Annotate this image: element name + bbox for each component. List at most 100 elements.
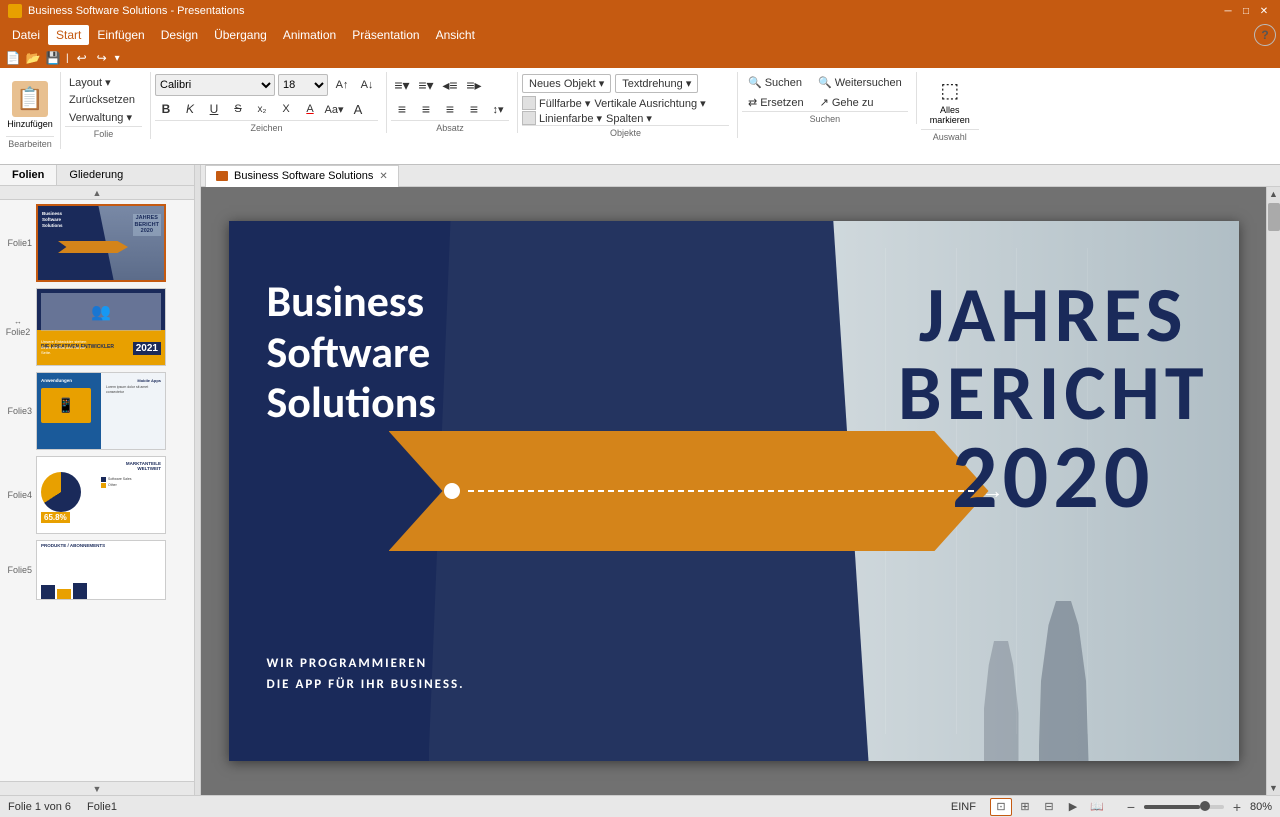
close-button[interactable]: ✕ [1256,3,1272,19]
vertikale-ausrichtung-button[interactable]: Vertikale Ausrichtung ▾ [594,97,705,110]
slide-scroll-down[interactable]: ▼ [0,781,194,795]
zoom-in-button[interactable]: + [1228,798,1246,816]
menu-animation[interactable]: Animation [275,25,344,45]
zoom-handle[interactable] [1200,801,1210,811]
slide-3-thumb[interactable]: Anwendungen 📱 Mobile Apps Lorem ipsum do… [36,372,166,450]
linienfarbe-button[interactable]: Linienfarbe ▾ [539,112,602,125]
slide-4-number: Folie4 [4,490,32,500]
tab-gliederung[interactable]: Gliederung [57,165,135,185]
notes-view-btn[interactable]: ⊟ [1038,798,1060,816]
align-right-button[interactable]: ≡ [439,98,461,120]
minimize-button[interactable]: ─ [1220,3,1236,19]
slide-canvas-area: Business Software Solutions → WIR PROGRA… [201,187,1266,795]
list-number-button[interactable]: ≡▾ [415,74,437,96]
slide2-photo: 👥 [41,293,161,331]
line-spacing-button[interactable]: ↕▾ [487,98,509,120]
layout-button[interactable]: Layout ▾ [65,74,142,91]
ribbon-group-suchen: 🔍 Suchen 🔍 Weitersuchen ⇄ Ersetzen ↗ [738,72,917,124]
align-center-button[interactable]: ≡ [415,98,437,120]
normal-view-btn[interactable]: ⊡ [990,798,1012,816]
maximize-button[interactable]: □ [1238,3,1254,19]
indent-increase-button[interactable]: ≡▸ [463,74,485,96]
zoom-out-button[interactable]: − [1122,798,1140,816]
slide2-year: 2021 [133,342,161,355]
menu-design[interactable]: Design [153,25,206,45]
spalten-button[interactable]: Spalten ▾ [606,111,652,125]
qa-new[interactable]: 📄 [4,49,22,67]
menu-ansicht[interactable]: Ansicht [428,25,483,45]
slideshow-view-btn[interactable]: ▶ [1062,798,1084,816]
font-color-button[interactable]: A [299,98,321,120]
doc-tab-bar: Business Software Solutions ✕ [201,165,1280,187]
align-justify-button[interactable]: ≡ [463,98,485,120]
menu-start[interactable]: Start [48,25,89,45]
font-highlight-button[interactable]: A [347,98,369,120]
slide4-title: MARKTANTEILEWELTWEIT [126,461,161,471]
qa-undo[interactable]: ↩ [73,49,91,67]
strikeout-button[interactable]: X [275,98,297,120]
align-left-button[interactable]: ≡ [391,98,413,120]
qa-redo[interactable]: ↪ [93,49,111,67]
reading-view-btn[interactable]: 📖 [1086,798,1108,816]
alles-markieren-button[interactable]: ⬚ Alles markieren [922,74,978,129]
title-bar-controls: ─ □ ✕ [1220,3,1272,19]
subscript-button[interactable]: x₂ [251,98,273,120]
slide-item-2[interactable]: ↔ Folie2 DIE KREATIVEN ENTWICKLER 👥 2021… [4,288,190,366]
zoom-slider[interactable] [1144,805,1224,809]
menu-datei[interactable]: Datei [4,25,48,45]
menu-uebergang[interactable]: Übergang [206,25,275,45]
gehe-zu-button[interactable]: ↗ Gehe zu [814,94,880,111]
tab-folien[interactable]: Folien [0,165,57,185]
font-size-down-button[interactable]: A↓ [356,74,378,96]
doc-tab[interactable]: Business Software Solutions ✕ [205,165,399,187]
doc-tab-close[interactable]: ✕ [379,171,387,182]
slide-scroll-up[interactable]: ▲ [0,186,194,200]
slide1-title-mini: BusinessSoftwareSolutions [42,211,63,229]
strikethrough-button[interactable]: S [227,98,249,120]
hinzufugen-button[interactable]: 📋 Hinzufügen [6,74,54,136]
folie-label: Folie [65,126,142,139]
suchen-button[interactable]: 🔍 Suchen [742,74,808,91]
neues-objekt-button[interactable]: Neues Objekt ▾ [522,74,611,93]
qa-save[interactable]: 💾 [44,49,62,67]
ribbon: 📋 Hinzufügen Bearbeiten Layout ▾ Zurücks… [0,68,1280,164]
textdrehung-button[interactable]: Textdrehung ▾ [615,74,698,93]
slide-item-4[interactable]: Folie4 MARKTANTEILEWELTWEIT 65.8% Softwa… [4,456,190,534]
scroll-up-button[interactable]: ▲ [1267,187,1280,201]
list-bullet-button[interactable]: ≡▾ [391,74,413,96]
auswahl-label: Auswahl [921,129,979,142]
slide-4-thumb[interactable]: MARKTANTEILEWELTWEIT 65.8% Software Sale… [36,456,166,534]
help-button[interactable]: ? [1254,24,1276,46]
menu-einfuegen[interactable]: Einfügen [89,25,152,45]
font-size-up-button[interactable]: A↑ [331,74,353,96]
slide-2-thumb[interactable]: DIE KREATIVEN ENTWICKLER 👥 2021 Unsere E… [36,288,166,366]
slide-item-3[interactable]: Folie3 Anwendungen 📱 Mobile Apps Lorem i… [4,372,190,450]
weitersuchen-button[interactable]: 🔍 Weitersuchen [812,74,908,91]
qa-open[interactable]: 📂 [24,49,42,67]
fullfarbe-swatch [522,96,536,110]
scroll-down-button[interactable]: ▼ [1267,781,1280,795]
font-name-select[interactable]: Calibri [155,74,275,96]
outline-view-btn[interactable]: ⊞ [1014,798,1036,816]
slide-item-1[interactable]: Folie1 BusinessSoftwareSolutions JAHRESB… [4,204,190,282]
doc-tab-icon [216,171,228,181]
verwaltung-button[interactable]: Verwaltung ▾ [65,109,142,126]
zuruck-button[interactable]: Zurücksetzen [65,92,142,108]
italic-button[interactable]: K [179,98,201,120]
scroll-thumb[interactable] [1268,203,1280,231]
bold-button[interactable]: B [155,98,177,120]
main-slide[interactable]: Business Software Solutions → WIR PROGRA… [229,221,1239,761]
slide-1-thumb[interactable]: BusinessSoftwareSolutions JAHRESBERICHT2… [36,204,166,282]
slide-item-5[interactable]: Folie5 PRODUKTE / ABONNEMENTS [4,540,190,600]
underline-button[interactable]: U [203,98,225,120]
indent-decrease-button[interactable]: ◂≡ [439,74,461,96]
font-size-select[interactable]: 18 [278,74,328,96]
slide-5-thumb[interactable]: PRODUKTE / ABONNEMENTS [36,540,166,600]
slide-panel: Folien Gliederung ▲ Folie1 BusinessSoftw… [0,165,195,795]
menu-praesentation[interactable]: Präsentation [344,25,427,45]
qa-separator: | [66,53,69,64]
ersetzen-button[interactable]: ⇄ Ersetzen [742,94,810,111]
ribbon-group-bearbeiten: 📋 Hinzufügen Bearbeiten [4,72,61,149]
text-transform-button[interactable]: Aa▾ [323,98,345,120]
fullfarbe-button[interactable]: Füllfarbe ▾ [539,97,590,110]
